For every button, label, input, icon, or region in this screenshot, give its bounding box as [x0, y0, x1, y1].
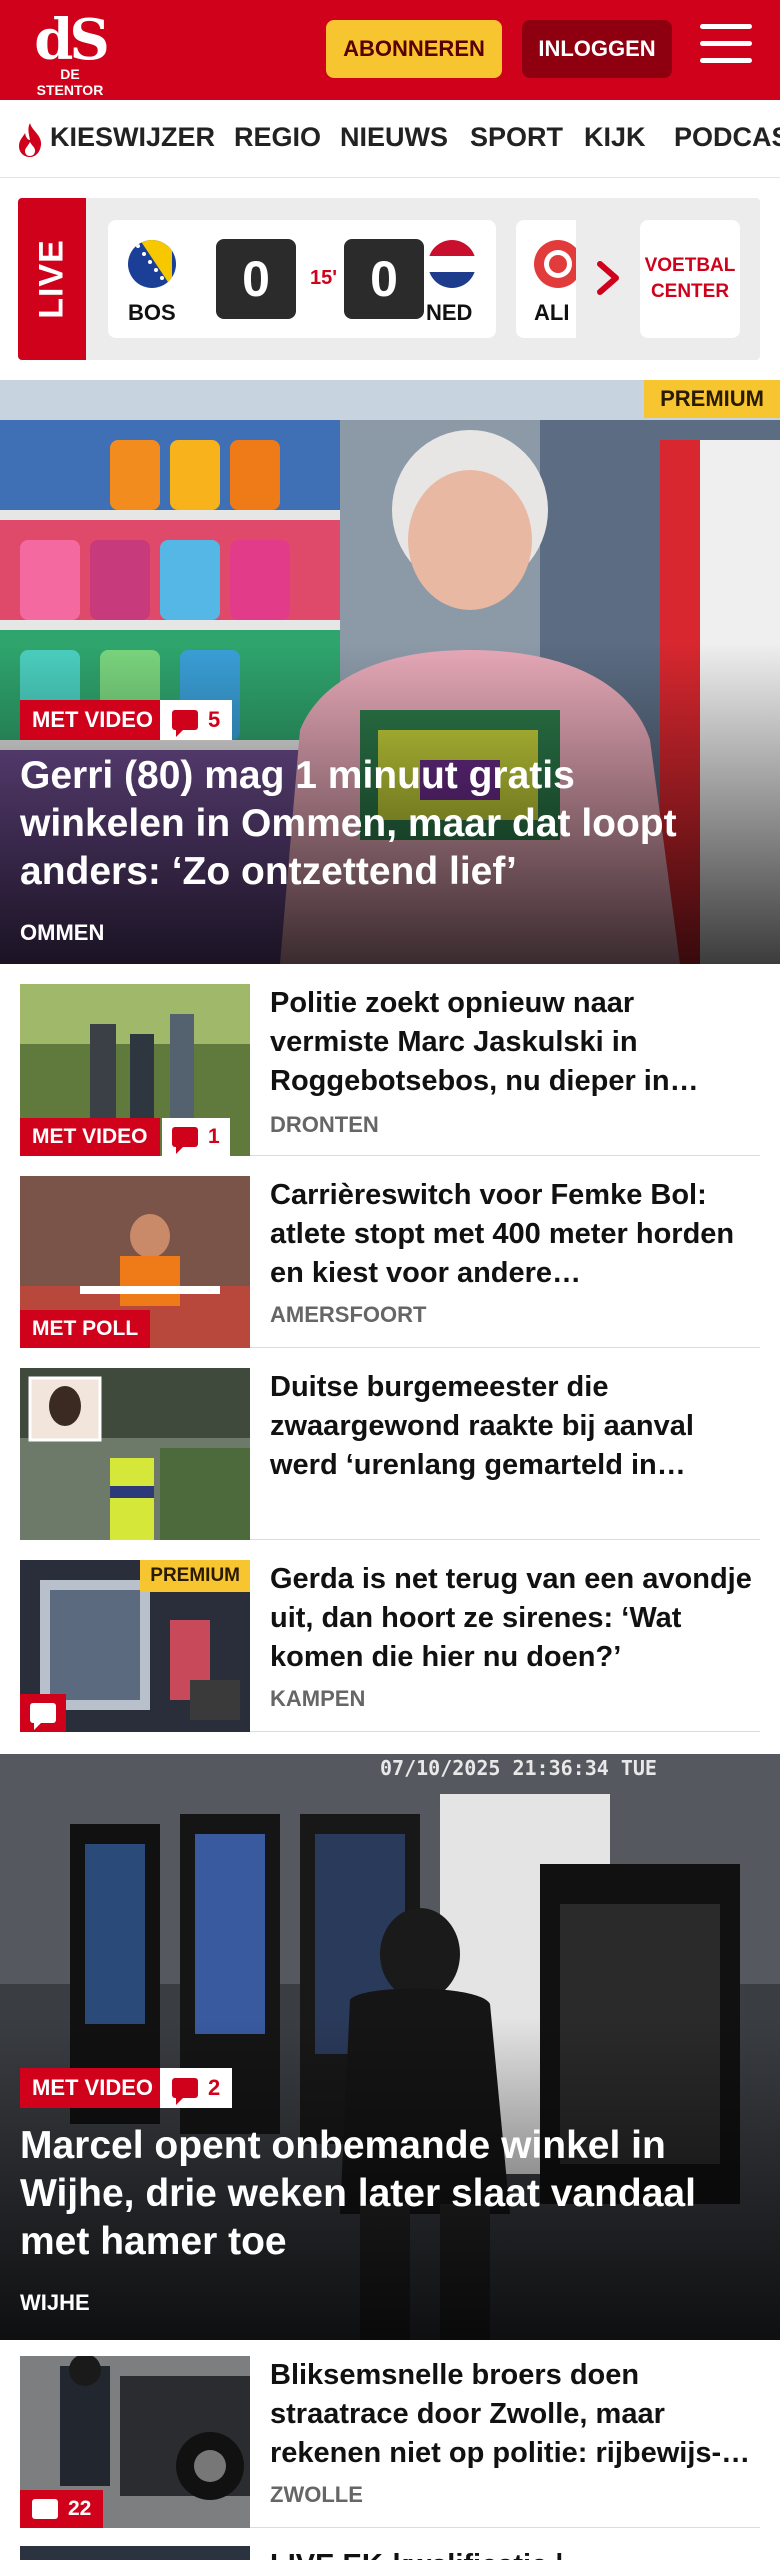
comment-icon	[172, 1127, 198, 1154]
comment-icon	[172, 2078, 198, 2105]
comment-icon	[30, 1703, 56, 1730]
comment-badge	[20, 1694, 66, 1732]
article-location: ZWOLLE	[270, 2482, 363, 2507]
next-match-card[interactable]: ALI	[516, 220, 576, 338]
comment-count-badge: 5	[160, 700, 233, 740]
video-badge: MET VIDEO	[20, 2068, 166, 2108]
logo-mark: dS	[34, 7, 110, 73]
poll-badge: MET POLL	[20, 1310, 151, 1348]
article-title[interactable]: Gerda is net terug van een avondje uit, …	[270, 1560, 756, 1677]
subscribe-button[interactable]: ABONNEREN	[326, 20, 502, 78]
top-bar: dS DE STENTOR ABONNEREN INLOGGEN	[0, 0, 780, 100]
article-title[interactable]: Duitse burgemeester die zwaargewond raak…	[270, 1368, 756, 1485]
comment-count-badge: 2	[160, 2068, 233, 2108]
article-title[interactable]: Carrièreswitch voor Femke Bol: atlete st…	[270, 1176, 756, 1293]
nav-item-nieuws[interactable]: NIEUWS	[340, 122, 448, 153]
site-logo[interactable]: dS DE STENTOR	[30, 7, 110, 98]
article-title[interactable]: Bliksemsnelle broers doen straatrace doo…	[270, 2356, 756, 2473]
next-team-code: ALI	[534, 300, 570, 325]
comment-count-badge: 22	[20, 2490, 104, 2528]
nav-item-regio[interactable]: REGIO	[234, 122, 321, 153]
article-thumbnail: MET VIDEO 1	[20, 984, 250, 1156]
voetbal-center-button[interactable]: VOETBAL CENTER	[640, 220, 740, 338]
nav-item-sport[interactable]: SPORT	[470, 122, 563, 153]
list-item[interactable]: PREMIUM Gerda is net terug van een avond…	[20, 1560, 760, 1732]
live-scores-bar: LIVE BOS 0 15' 0 NED ALI VOETBAL CENTER	[18, 198, 760, 360]
match-minute: 15'	[310, 267, 338, 289]
hero-title[interactable]: Marcel opent onbemande winkel in Wijhe, …	[20, 2122, 750, 2266]
article-location: DRONTEN	[270, 1112, 379, 1137]
match-card[interactable]: BOS 0 15' 0 NED	[108, 220, 496, 338]
chevron-right-icon[interactable]	[588, 256, 628, 300]
hero-location: OMMEN	[20, 920, 105, 945]
home-score: 0	[216, 239, 296, 319]
list-item[interactable]: 22 Bliksemsnelle broers doen straatrace …	[20, 2356, 760, 2528]
comment-count: 5	[208, 707, 221, 732]
hero-article[interactable]: PREMIUM MET VIDEO 5 Gerri (80) mag 1 min…	[0, 380, 780, 964]
flame-icon	[19, 123, 42, 157]
comment-icon	[172, 710, 198, 737]
video-badge: MET VIDEO	[20, 1118, 160, 1156]
hero-location: WIJHE	[20, 2290, 90, 2315]
hamburger-icon[interactable]	[700, 24, 752, 72]
away-score: 0	[344, 239, 424, 319]
article-location: KAMPEN	[270, 1686, 366, 1711]
list-item[interactable]: MET VIDEO 1 Politie zoekt opnieuw naar v…	[20, 984, 760, 1156]
article-thumbnail	[20, 1368, 250, 1540]
away-team-code: NED	[426, 300, 473, 325]
video-badge: MET VIDEO	[20, 700, 166, 740]
login-button[interactable]: INLOGGEN	[522, 20, 672, 78]
article-title[interactable]: LIVE EK-kwalificatie | …	[270, 2546, 756, 2560]
netherlands-flag-icon	[428, 240, 476, 288]
article-thumbnail	[20, 2546, 250, 2560]
nav-item-podcast[interactable]: PODCAS	[674, 122, 780, 153]
comment-count: 2	[208, 2075, 221, 2100]
article-thumbnail: MET POLL	[20, 1176, 250, 1348]
article-thumbnail: 22	[20, 2356, 250, 2528]
article-thumbnail: PREMIUM	[20, 1560, 250, 1732]
premium-badge: PREMIUM	[140, 1560, 250, 1592]
team-crest-icon	[534, 240, 576, 288]
nav-item-kijk[interactable]: KIJK	[584, 122, 646, 153]
comment-icon	[32, 2499, 58, 2526]
camera-timestamp: 07/10/2025 21:36:34 TUE	[380, 1756, 657, 1780]
hero-title[interactable]: Gerri (80) mag 1 minuut gratis winkelen …	[20, 752, 750, 896]
main-nav: KIESWIJZER REGIO NIEUWS SPORT KIJK PODCA…	[0, 100, 780, 178]
hero-article[interactable]: 07/10/2025 21:36:34 TUE MET VIDEO 2 Marc…	[0, 1754, 780, 2340]
comment-count-badge: 1	[162, 1118, 230, 1156]
bosnia-flag-icon	[128, 240, 176, 288]
live-label: LIVE	[18, 198, 86, 360]
article-title[interactable]: Politie zoekt opnieuw naar vermiste Marc…	[270, 984, 756, 1101]
list-item[interactable]: LIVE EK-kwalificatie | …	[20, 2546, 760, 2560]
list-item[interactable]: MET POLL Carrièreswitch voor Femke Bol: …	[20, 1176, 760, 1348]
list-item[interactable]: Duitse burgemeester die zwaargewond raak…	[20, 1368, 760, 1540]
home-team-code: BOS	[128, 300, 176, 325]
article-location: AMERSFOORT	[270, 1302, 427, 1327]
premium-badge: PREMIUM	[644, 380, 780, 418]
nav-item-kieswijzer[interactable]: KIESWIJZER	[50, 122, 215, 153]
